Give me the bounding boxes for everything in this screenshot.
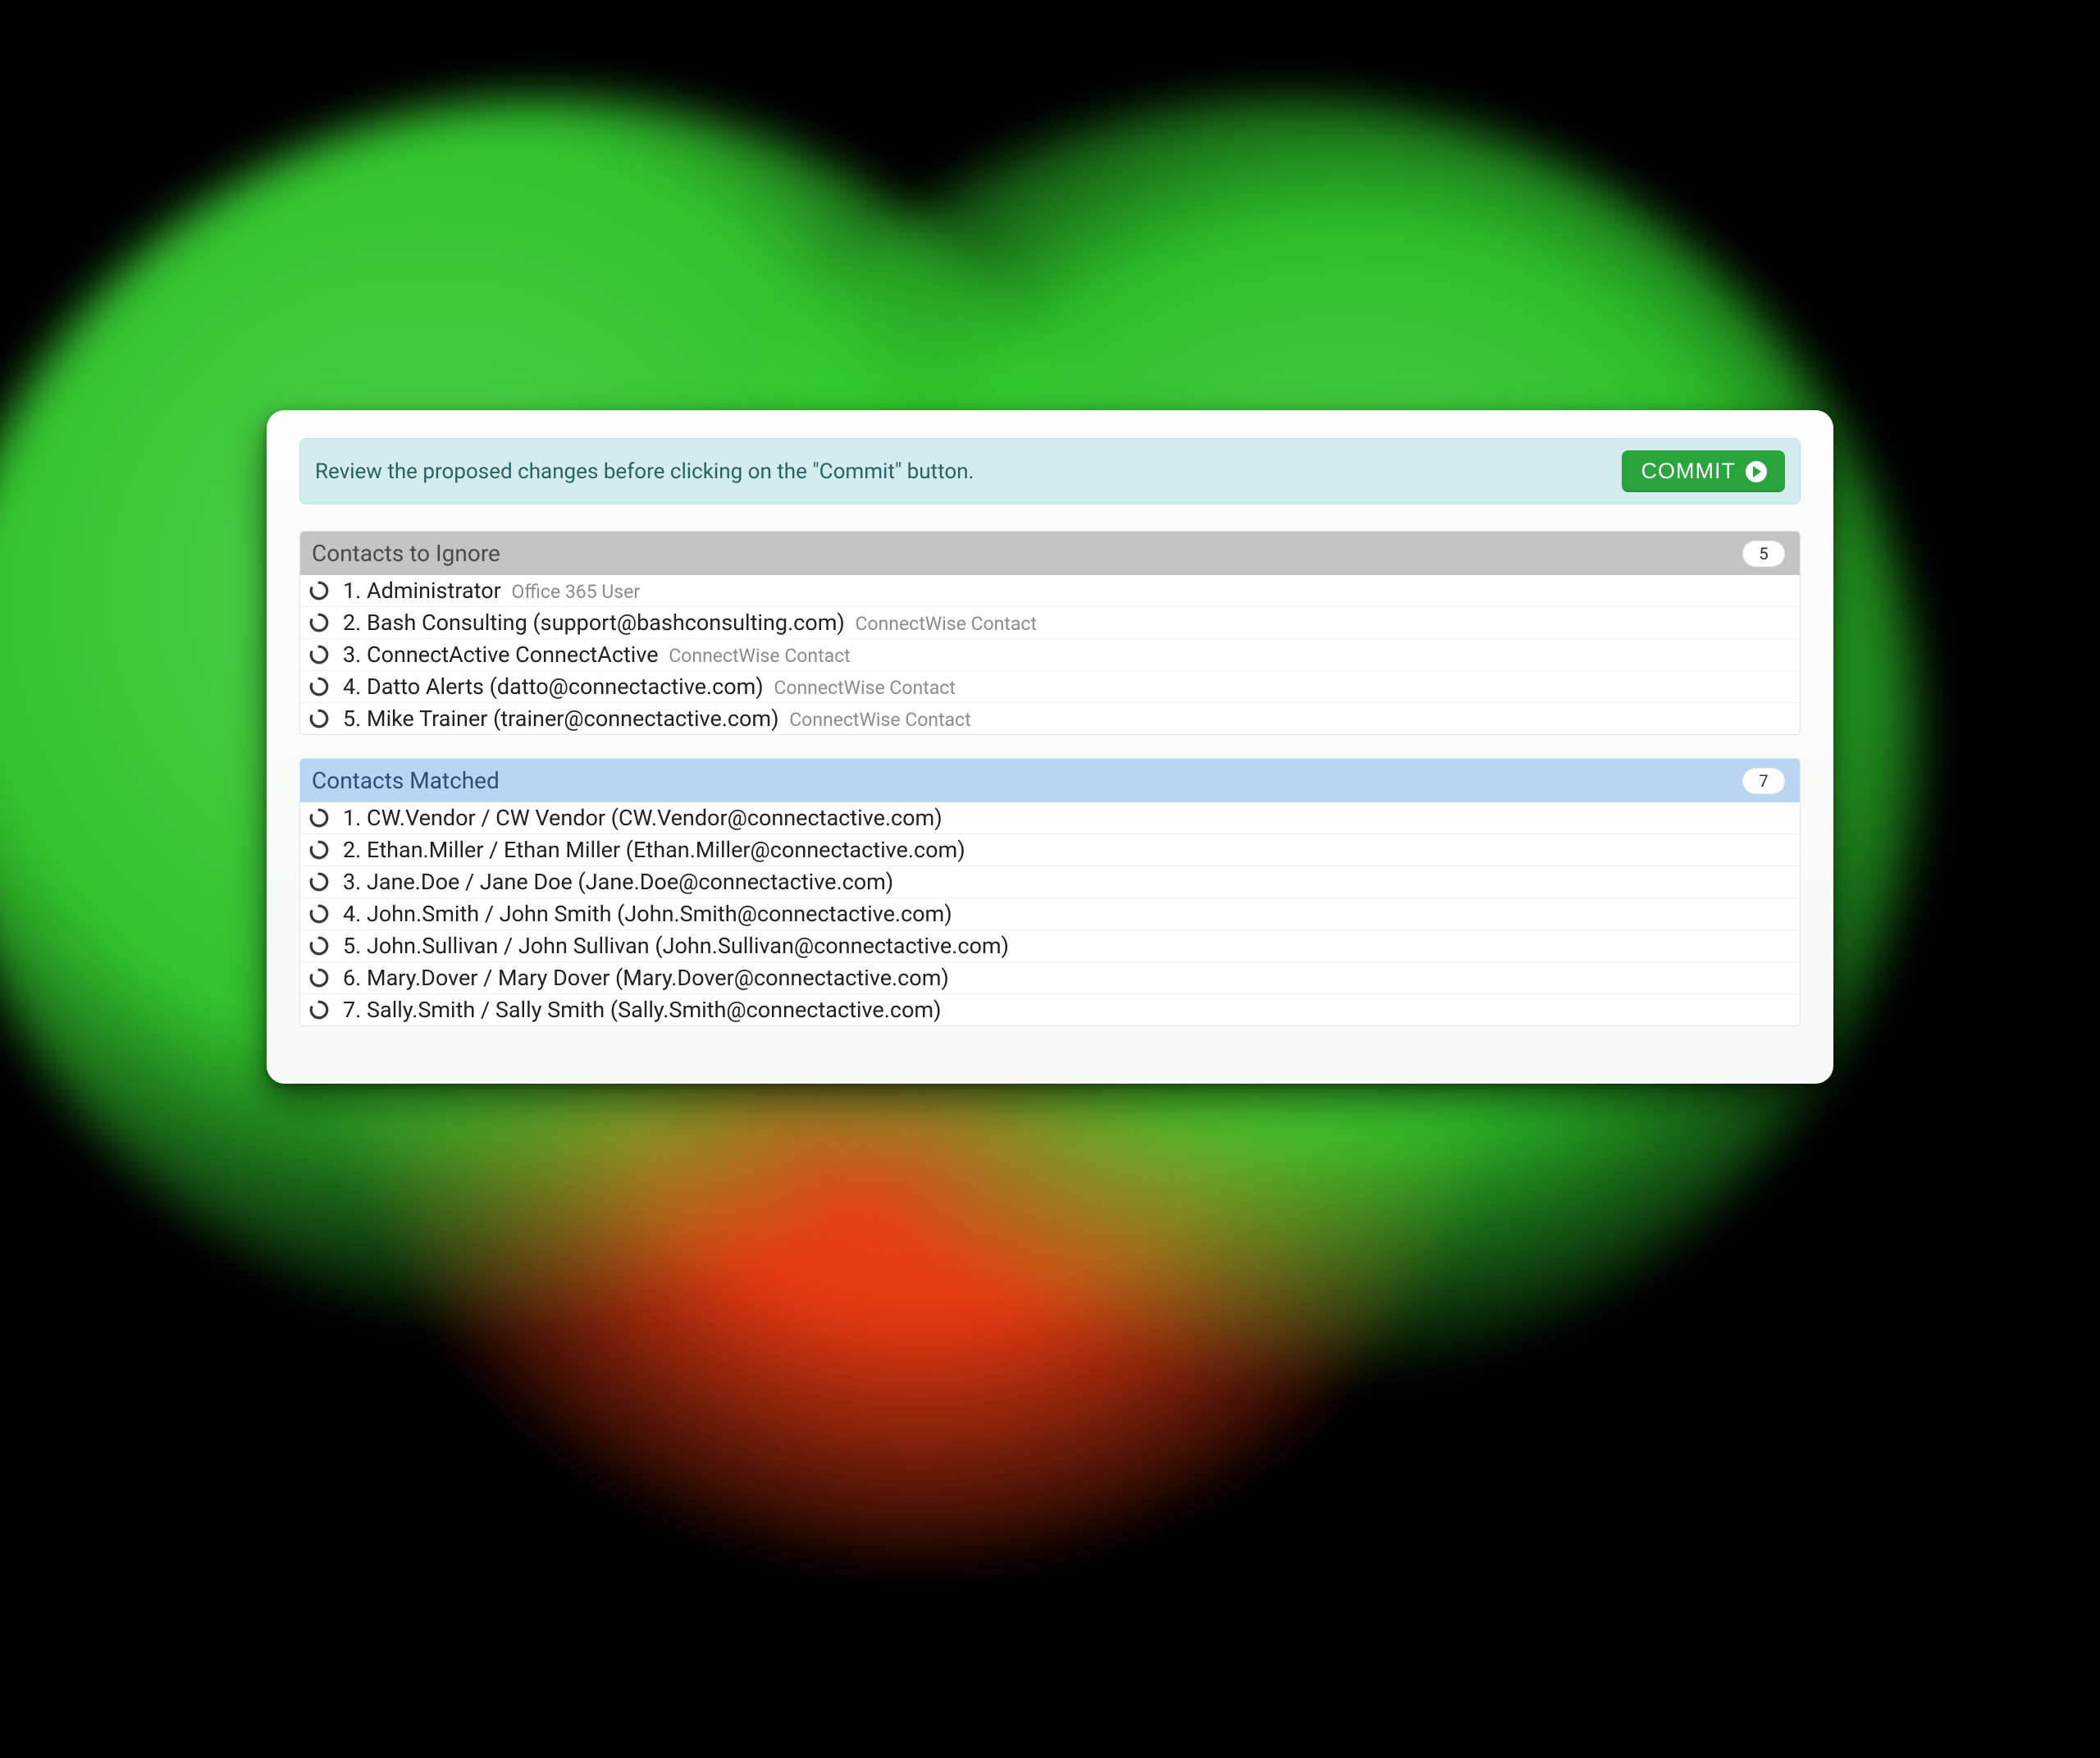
list-item[interactable]: 7. Sally.Smith / Sally Smith (Sally.Smit… <box>300 993 1800 1025</box>
list-item[interactable]: 1. CW.Vendor / CW Vendor (CW.Vendor@conn… <box>300 802 1800 833</box>
list-item[interactable]: 6. Mary.Dover / Mary Dover (Mary.Dover@c… <box>300 961 1800 993</box>
loading-spinner-icon <box>308 871 330 893</box>
list-item-number: 1. <box>343 578 361 604</box>
list-item-text: 3. ConnectActive ConnectActive ConnectWi… <box>343 642 1788 668</box>
list-item-number: 2. <box>343 610 361 636</box>
list-item-number: 1. <box>343 805 361 831</box>
list-item-title: John.Smith / John Smith (John.Smith@conn… <box>361 901 952 927</box>
list-item-meta: Office 365 User <box>511 581 640 603</box>
section-ignore-header[interactable]: Contacts to Ignore 5 <box>300 532 1800 575</box>
loading-spinner-icon <box>308 903 330 925</box>
list-item-number: 3. <box>343 869 361 895</box>
list-item-title: Jane.Doe / Jane Doe (Jane.Doe@connectact… <box>361 869 893 895</box>
list-item-title: Administrator <box>361 578 500 604</box>
section-matched-header[interactable]: Contacts Matched 7 <box>300 759 1800 802</box>
loading-spinner-icon <box>308 999 330 1021</box>
list-item-title: CW.Vendor / CW Vendor (CW.Vendor@connect… <box>361 805 942 831</box>
list-item-text: 7. Sally.Smith / Sally Smith (Sally.Smit… <box>343 997 1788 1023</box>
loading-spinner-icon <box>308 807 330 829</box>
section-matched-count: 7 <box>1742 768 1785 794</box>
list-item-number: 3. <box>343 642 361 668</box>
list-item[interactable]: 1. Administrator Office 365 User <box>300 575 1800 606</box>
list-item[interactable]: 4. Datto Alerts (datto@connectactive.com… <box>300 670 1800 702</box>
list-item-title: Mike Trainer (trainer@connectactive.com) <box>361 705 778 732</box>
list-item[interactable]: 5. Mike Trainer (trainer@connectactive.c… <box>300 702 1800 734</box>
list-item[interactable]: 5. John.Sullivan / John Sullivan (John.S… <box>300 929 1800 961</box>
section-matched-rows: 1. CW.Vendor / CW Vendor (CW.Vendor@conn… <box>300 802 1800 1025</box>
list-item-meta: ConnectWise Contact <box>856 613 1037 635</box>
loading-spinner-icon <box>308 708 330 729</box>
info-text: Review the proposed changes before click… <box>315 459 974 484</box>
list-item-meta: ConnectWise Contact <box>774 677 955 699</box>
list-item[interactable]: 4. John.Smith / John Smith (John.Smith@c… <box>300 897 1800 929</box>
list-item-text: 6. Mary.Dover / Mary Dover (Mary.Dover@c… <box>343 965 1788 991</box>
list-item-text: 1. Administrator Office 365 User <box>343 578 1788 604</box>
list-item-number: 2. <box>343 837 361 863</box>
list-item-title: Mary.Dover / Mary Dover (Mary.Dover@conn… <box>361 965 948 991</box>
commit-button-label: COMMIT <box>1641 459 1736 484</box>
list-item-text: 2. Ethan.Miller / Ethan Miller (Ethan.Mi… <box>343 837 1788 863</box>
list-item[interactable]: 2. Bash Consulting (support@bashconsulti… <box>300 606 1800 638</box>
loading-spinner-icon <box>308 644 330 665</box>
list-item-number: 5. <box>343 933 361 959</box>
list-item-text: 5. John.Sullivan / John Sullivan (John.S… <box>343 933 1788 959</box>
play-circle-icon <box>1746 461 1767 482</box>
list-item-number: 7. <box>343 997 361 1023</box>
list-item-number: 4. <box>343 901 361 927</box>
list-item-text: 3. Jane.Doe / Jane Doe (Jane.Doe@connect… <box>343 869 1788 895</box>
commit-button[interactable]: COMMIT <box>1622 450 1785 492</box>
section-matched-title: Contacts Matched <box>312 767 500 794</box>
app-canvas: Review the proposed changes before click… <box>0 0 2100 1758</box>
loading-spinner-icon <box>308 676 330 697</box>
section-ignore: Contacts to Ignore 5 1. Administrator Of… <box>299 531 1801 735</box>
list-item-title: Datto Alerts (datto@connectactive.com) <box>361 674 763 700</box>
list-item-title: Ethan.Miller / Ethan Miller (Ethan.Mille… <box>361 837 965 863</box>
review-panel: Review the proposed changes before click… <box>267 410 1833 1084</box>
list-item-text: 1. CW.Vendor / CW Vendor (CW.Vendor@conn… <box>343 805 1788 831</box>
list-item-text: 2. Bash Consulting (support@bashconsulti… <box>343 610 1788 636</box>
list-item-meta: ConnectWise Contact <box>789 709 970 731</box>
list-item-text: 4. Datto Alerts (datto@connectactive.com… <box>343 674 1788 700</box>
list-item-title: John.Sullivan / John Sullivan (John.Sull… <box>361 933 1009 959</box>
loading-spinner-icon <box>308 967 330 989</box>
list-item[interactable]: 3. Jane.Doe / Jane Doe (Jane.Doe@connect… <box>300 865 1800 897</box>
loading-spinner-icon <box>308 935 330 957</box>
list-item-number: 5. <box>343 705 361 732</box>
list-item-number: 4. <box>343 674 361 700</box>
info-bar: Review the proposed changes before click… <box>299 438 1801 505</box>
section-ignore-title: Contacts to Ignore <box>312 540 500 567</box>
list-item-text: 4. John.Smith / John Smith (John.Smith@c… <box>343 901 1788 927</box>
list-item-number: 6. <box>343 965 361 991</box>
loading-spinner-icon <box>308 580 330 601</box>
list-item[interactable]: 2. Ethan.Miller / Ethan Miller (Ethan.Mi… <box>300 833 1800 865</box>
loading-spinner-icon <box>308 612 330 633</box>
list-item-meta: ConnectWise Contact <box>669 645 850 667</box>
list-item-title: Bash Consulting (support@bashconsulting.… <box>361 610 845 636</box>
section-ignore-rows: 1. Administrator Office 365 User 2. Bash… <box>300 575 1800 734</box>
loading-spinner-icon <box>308 839 330 861</box>
section-matched: Contacts Matched 7 1. CW.Vendor / CW Ven… <box>299 758 1801 1026</box>
list-item[interactable]: 3. ConnectActive ConnectActive ConnectWi… <box>300 638 1800 670</box>
section-ignore-count: 5 <box>1742 541 1785 567</box>
list-item-title: ConnectActive ConnectActive <box>361 642 658 668</box>
list-item-text: 5. Mike Trainer (trainer@connectactive.c… <box>343 705 1788 732</box>
list-item-title: Sally.Smith / Sally Smith (Sally.Smith@c… <box>361 997 941 1023</box>
